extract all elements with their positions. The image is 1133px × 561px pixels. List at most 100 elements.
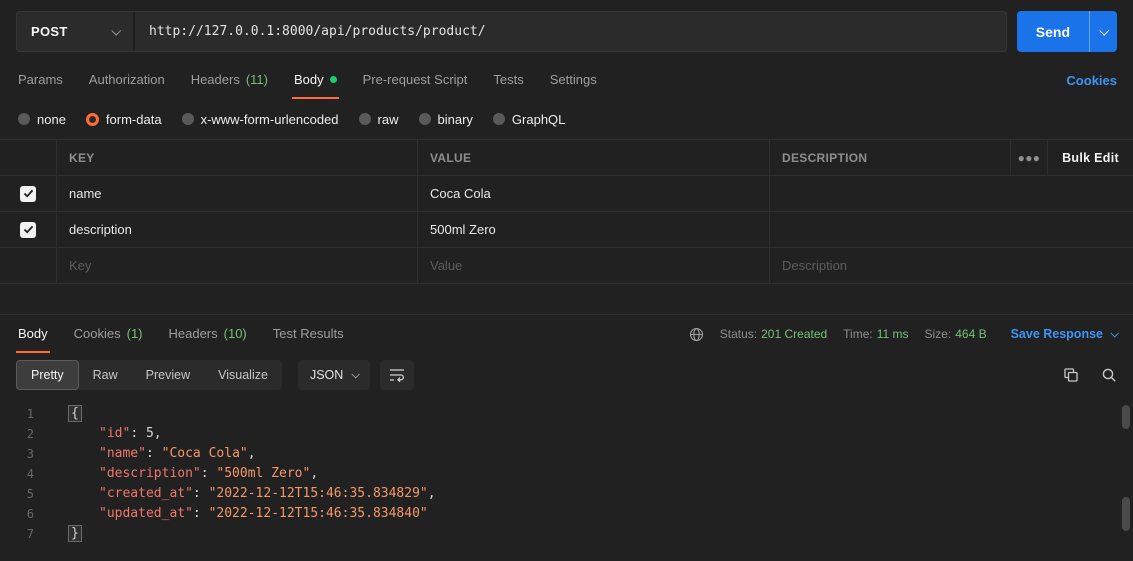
section-divider-space <box>0 284 1133 314</box>
search-button[interactable] <box>1101 367 1117 383</box>
mode-raw-radio[interactable]: raw <box>359 112 399 127</box>
tab-count: (11) <box>246 72 268 87</box>
chevron-down-icon <box>1110 329 1118 337</box>
checkbox-checked[interactable] <box>20 222 36 238</box>
tab-label: Params <box>18 72 63 87</box>
value-cell[interactable]: 500ml Zero <box>417 212 769 247</box>
tab-body[interactable]: Body <box>292 62 339 99</box>
time-value: 11 ms <box>877 327 909 341</box>
radio-icon <box>493 113 505 125</box>
tab-params[interactable]: Params <box>16 62 65 99</box>
save-response-label: Save Response <box>1011 327 1103 341</box>
view-tab-pretty[interactable]: Pretty <box>16 360 79 390</box>
response-tab-body[interactable]: Body <box>16 315 50 353</box>
network-globe-icon[interactable] <box>689 327 704 342</box>
mode-binary-radio[interactable]: binary <box>419 112 473 127</box>
time-label: Time: <box>843 327 873 341</box>
table-placeholder-row <box>0 248 1133 284</box>
table-header-row: KEY VALUE DESCRIPTION ●●● Bulk Edit <box>0 140 1133 176</box>
tab-settings[interactable]: Settings <box>548 62 599 99</box>
request-bar: POST Send <box>0 0 1133 62</box>
mode-none-radio[interactable]: none <box>18 112 66 127</box>
url-input[interactable] <box>135 12 1006 51</box>
tab-label: Settings <box>550 72 597 87</box>
tab-authorization[interactable]: Authorization <box>87 62 167 99</box>
code-line: 7 } <box>0 524 1133 544</box>
key-input[interactable] <box>69 258 405 273</box>
mode-label: raw <box>378 112 399 127</box>
json-value: "2022-12-12T15:46:35.834840" <box>209 506 428 521</box>
wrap-text-button[interactable] <box>380 360 414 390</box>
method-select[interactable]: POST <box>17 12 135 51</box>
view-tab-raw[interactable]: Raw <box>79 361 132 389</box>
send-options-button[interactable] <box>1089 11 1117 52</box>
view-tab-visualize[interactable]: Visualize <box>204 361 282 389</box>
mode-form-data-radio[interactable]: form-data <box>86 112 162 127</box>
mode-x-www-form-urlencoded-radio[interactable]: x-www-form-urlencoded <box>182 112 339 127</box>
mode-graphql-radio[interactable]: GraphQL <box>493 112 565 127</box>
json-key: "updated_at" <box>99 506 193 521</box>
tab-prerequest-script[interactable]: Pre-request Script <box>361 62 470 99</box>
response-section: Body Cookies (1) Headers (10) Test Resul… <box>0 314 1133 561</box>
row-checkbox-cell <box>0 176 56 211</box>
modified-dot-icon <box>330 76 337 83</box>
radio-icon <box>18 113 30 125</box>
line-number: 6 <box>0 504 50 524</box>
mode-label: none <box>37 112 66 127</box>
toolbar-right-icons <box>1063 367 1117 383</box>
view-tab-preview[interactable]: Preview <box>132 361 204 389</box>
radio-icon <box>182 113 194 125</box>
tab-headers[interactable]: Headers (11) <box>189 62 270 99</box>
tab-label: Headers <box>169 326 218 341</box>
tab-count: (10) <box>224 326 247 341</box>
tab-label: Body <box>294 72 324 87</box>
search-icon <box>1101 367 1117 383</box>
mode-label: x-www-form-urlencoded <box>201 112 339 127</box>
tab-tests[interactable]: Tests <box>491 62 525 99</box>
description-cell[interactable] <box>769 176 1133 211</box>
key-cell[interactable]: name <box>56 176 417 211</box>
request-tabs: Params Authorization Headers (11) Body P… <box>0 62 1133 99</box>
scrollbar-thumb[interactable] <box>1122 497 1130 531</box>
response-meta: Status: 201 Created Time: 11 ms Size: 46… <box>689 315 1117 353</box>
description-cell[interactable] <box>769 212 1133 247</box>
value-cell[interactable]: Coca Cola <box>417 176 769 211</box>
copy-button[interactable] <box>1063 367 1079 383</box>
json-key: "created_at" <box>99 486 193 501</box>
response-body-editor[interactable]: 1 { 2 "id": 5, 3 "name": "Coca Cola", 4 … <box>0 399 1133 561</box>
mode-label: GraphQL <box>512 112 565 127</box>
json-comma: , <box>154 426 162 441</box>
table-row: name Coca Cola <box>0 176 1133 212</box>
format-select[interactable]: JSON <box>298 360 370 390</box>
save-response-button[interactable]: Save Response <box>1011 327 1117 341</box>
radio-icon <box>419 113 431 125</box>
code-line: 3 "name": "Coca Cola", <box>0 444 1133 464</box>
wrap-text-icon <box>389 368 405 382</box>
value-input[interactable] <box>430 258 757 273</box>
json-separator: : <box>201 466 217 481</box>
code-line: 1 { <box>0 404 1133 424</box>
tab-label: Tests <box>493 72 523 87</box>
cookies-link[interactable]: Cookies <box>1066 73 1117 88</box>
column-header-key: KEY <box>56 140 417 175</box>
response-toolbar: Pretty Raw Preview Visualize JSON <box>0 353 1133 399</box>
size-label: Size: <box>925 327 952 341</box>
table-row: description 500ml Zero <box>0 212 1133 248</box>
body-mode-options: none form-data x-www-form-urlencoded raw… <box>0 99 1133 139</box>
checkbox-checked[interactable] <box>20 186 36 202</box>
method-label: POST <box>31 24 68 39</box>
response-tab-test-results[interactable]: Test Results <box>271 315 346 353</box>
bulk-edit-button[interactable]: Bulk Edit <box>1047 140 1133 175</box>
response-tabs: Body Cookies (1) Headers (10) Test Resul… <box>0 315 1133 353</box>
more-options-button[interactable]: ●●● <box>1010 140 1047 175</box>
send-button[interactable]: Send <box>1017 11 1089 52</box>
description-input[interactable] <box>782 258 1121 273</box>
close-brace: } <box>68 525 82 542</box>
response-tab-headers[interactable]: Headers (10) <box>167 315 249 353</box>
key-cell[interactable]: description <box>56 212 417 247</box>
mode-label: form-data <box>106 112 162 127</box>
response-tab-cookies[interactable]: Cookies (1) <box>72 315 145 353</box>
column-header-value: VALUE <box>417 140 769 175</box>
form-data-table: KEY VALUE DESCRIPTION ●●● Bulk Edit name… <box>0 139 1133 284</box>
scrollbar-thumb[interactable] <box>1122 405 1130 429</box>
